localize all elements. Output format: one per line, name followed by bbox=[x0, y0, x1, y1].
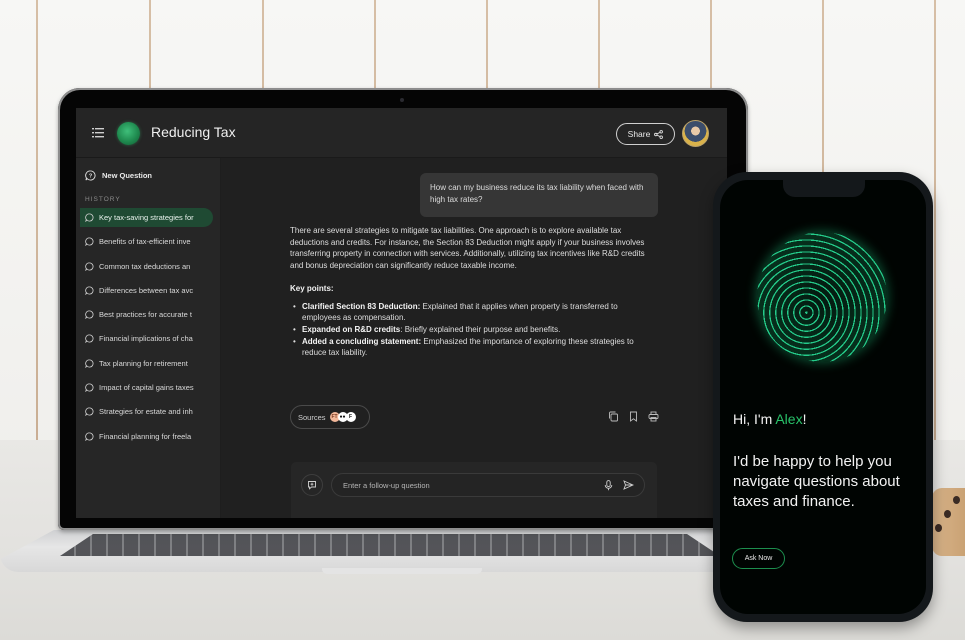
chat-bubble-icon bbox=[85, 237, 94, 247]
wooden-die bbox=[932, 488, 965, 556]
history-item[interactable]: Benefits of tax-efficient inve bbox=[80, 232, 213, 251]
question-bubble-icon: ? bbox=[85, 170, 96, 181]
app-header: Reducing Tax Share bbox=[76, 108, 727, 158]
history-item-label: Benefits of tax-efficient inve bbox=[99, 237, 191, 247]
chat-bubble-icon bbox=[85, 310, 94, 320]
phone-tagline: I'd be happy to help you navigate questi… bbox=[733, 453, 900, 510]
history-heading: HISTORY bbox=[85, 196, 121, 203]
microphone-icon[interactable] bbox=[604, 480, 613, 491]
user-avatar[interactable] bbox=[682, 120, 709, 147]
copy-icon[interactable] bbox=[608, 411, 619, 422]
new-topic-button[interactable] bbox=[301, 474, 323, 496]
chat-bubble-icon bbox=[85, 334, 94, 344]
chat-bubble-icon bbox=[85, 213, 94, 222]
history-item[interactable]: Financial planning for freela bbox=[80, 427, 213, 446]
die-pip bbox=[953, 496, 960, 504]
menu-icon[interactable] bbox=[92, 128, 104, 138]
assistant-answer: There are several strategies to mitigate… bbox=[290, 225, 655, 359]
chat-bubble-icon bbox=[85, 359, 94, 368]
die-pip bbox=[935, 524, 942, 532]
answer-actions bbox=[608, 411, 659, 422]
history-item[interactable]: Key tax-saving strategies for bbox=[80, 208, 213, 227]
history-item-label: Key tax-saving strategies for bbox=[99, 213, 194, 222]
ai-orb-graphic bbox=[757, 232, 887, 362]
ask-now-button[interactable]: Ask Now bbox=[732, 548, 785, 569]
chat-bubble-icon bbox=[85, 383, 94, 393]
message-plus-icon bbox=[308, 481, 316, 490]
history-item-label: Impact of capital gains taxes bbox=[99, 383, 194, 393]
key-points-list: Clarified Section 83 Deduction: Explaine… bbox=[290, 301, 655, 360]
laptop-lid-notch bbox=[322, 568, 482, 574]
sidebar: ? New Question HISTORY Key tax-saving st… bbox=[76, 158, 221, 518]
share-icon bbox=[654, 129, 664, 139]
history-item[interactable]: Best practices for accurate t bbox=[80, 305, 213, 324]
history-list: Key tax-saving strategies for Benefits o… bbox=[80, 208, 213, 451]
wall-plank-seam bbox=[36, 0, 38, 470]
chat-main: How can my business reduce its tax liabi… bbox=[222, 158, 727, 518]
send-icon[interactable] bbox=[623, 480, 634, 490]
source-badges: FT ●● F bbox=[329, 412, 356, 422]
user-message: How can my business reduce its tax liabi… bbox=[420, 173, 658, 217]
new-question-button[interactable]: ? New Question bbox=[85, 170, 152, 181]
key-point-title: Clarified Section 83 Deduction: bbox=[302, 301, 421, 311]
key-point-title: Expanded on R&D credits bbox=[302, 324, 401, 334]
laptop-keyboard bbox=[60, 534, 720, 556]
assistant-name: Alex bbox=[775, 411, 803, 427]
composer bbox=[291, 462, 657, 518]
phone-notch bbox=[783, 180, 865, 197]
key-point: Added a concluding statement: Emphasized… bbox=[292, 336, 655, 359]
share-button[interactable]: Share bbox=[616, 123, 675, 145]
share-button-label: Share bbox=[627, 129, 651, 139]
history-item-label: Strategies for estate and inh bbox=[99, 407, 193, 417]
chat-bubble-icon bbox=[85, 262, 94, 271]
print-icon[interactable] bbox=[648, 411, 659, 422]
key-point-title: Added a concluding statement: bbox=[302, 336, 422, 346]
history-item[interactable]: Strategies for estate and inh bbox=[80, 402, 213, 421]
sources-label: Sources bbox=[298, 412, 326, 422]
greeting-suffix: ! bbox=[802, 411, 807, 427]
new-question-label: New Question bbox=[102, 171, 153, 180]
history-item[interactable]: Tax planning for retirement bbox=[80, 354, 213, 373]
phone-greeting: Hi, I'm Alex! bbox=[733, 411, 806, 427]
follow-up-input[interactable] bbox=[331, 473, 645, 497]
answer-paragraph: There are several strategies to mitigate… bbox=[290, 226, 645, 271]
svg-text:?: ? bbox=[89, 174, 93, 180]
bookmark-icon[interactable] bbox=[628, 411, 639, 422]
history-item[interactable]: Common tax deductions an bbox=[80, 257, 213, 276]
key-point: Clarified Section 83 Deduction: Explaine… bbox=[292, 301, 655, 324]
history-item[interactable]: Impact of capital gains taxes bbox=[80, 378, 213, 397]
die-pip bbox=[944, 510, 951, 518]
webcam bbox=[400, 98, 404, 102]
history-item-label: Best practices for accurate t bbox=[99, 310, 192, 320]
history-item-label: Financial implications of cha bbox=[99, 334, 193, 344]
sources-button[interactable]: Sources FT ●● F bbox=[290, 405, 370, 429]
chat-bubble-icon bbox=[85, 286, 94, 295]
history-item[interactable]: Differences between tax avc bbox=[80, 281, 213, 300]
history-item[interactable]: Financial implications of cha bbox=[80, 329, 213, 348]
history-item-label: Differences between tax avc bbox=[99, 285, 194, 295]
key-points-heading: Key points: bbox=[290, 283, 334, 293]
page-title: Reducing Tax bbox=[151, 124, 236, 140]
history-item-label: Financial planning for freela bbox=[99, 431, 192, 441]
brand-logo bbox=[117, 122, 140, 145]
chat-bubble-icon bbox=[85, 407, 94, 417]
key-point-text: : Briefly explained their purpose and be… bbox=[400, 324, 561, 334]
history-item-label: Common tax deductions an bbox=[99, 261, 191, 271]
greeting-prefix: Hi, I'm bbox=[733, 411, 776, 427]
laptop-screen: Reducing Tax Share ? New Question HISTOR… bbox=[76, 108, 727, 518]
history-item-label: Tax planning for retirement bbox=[99, 358, 188, 368]
key-point: Expanded on R&D credits: Briefly explain… bbox=[292, 324, 655, 336]
wall-plank-seam bbox=[934, 0, 936, 470]
source-badge-forbes: F bbox=[345, 412, 356, 422]
chat-bubble-icon bbox=[85, 432, 94, 441]
